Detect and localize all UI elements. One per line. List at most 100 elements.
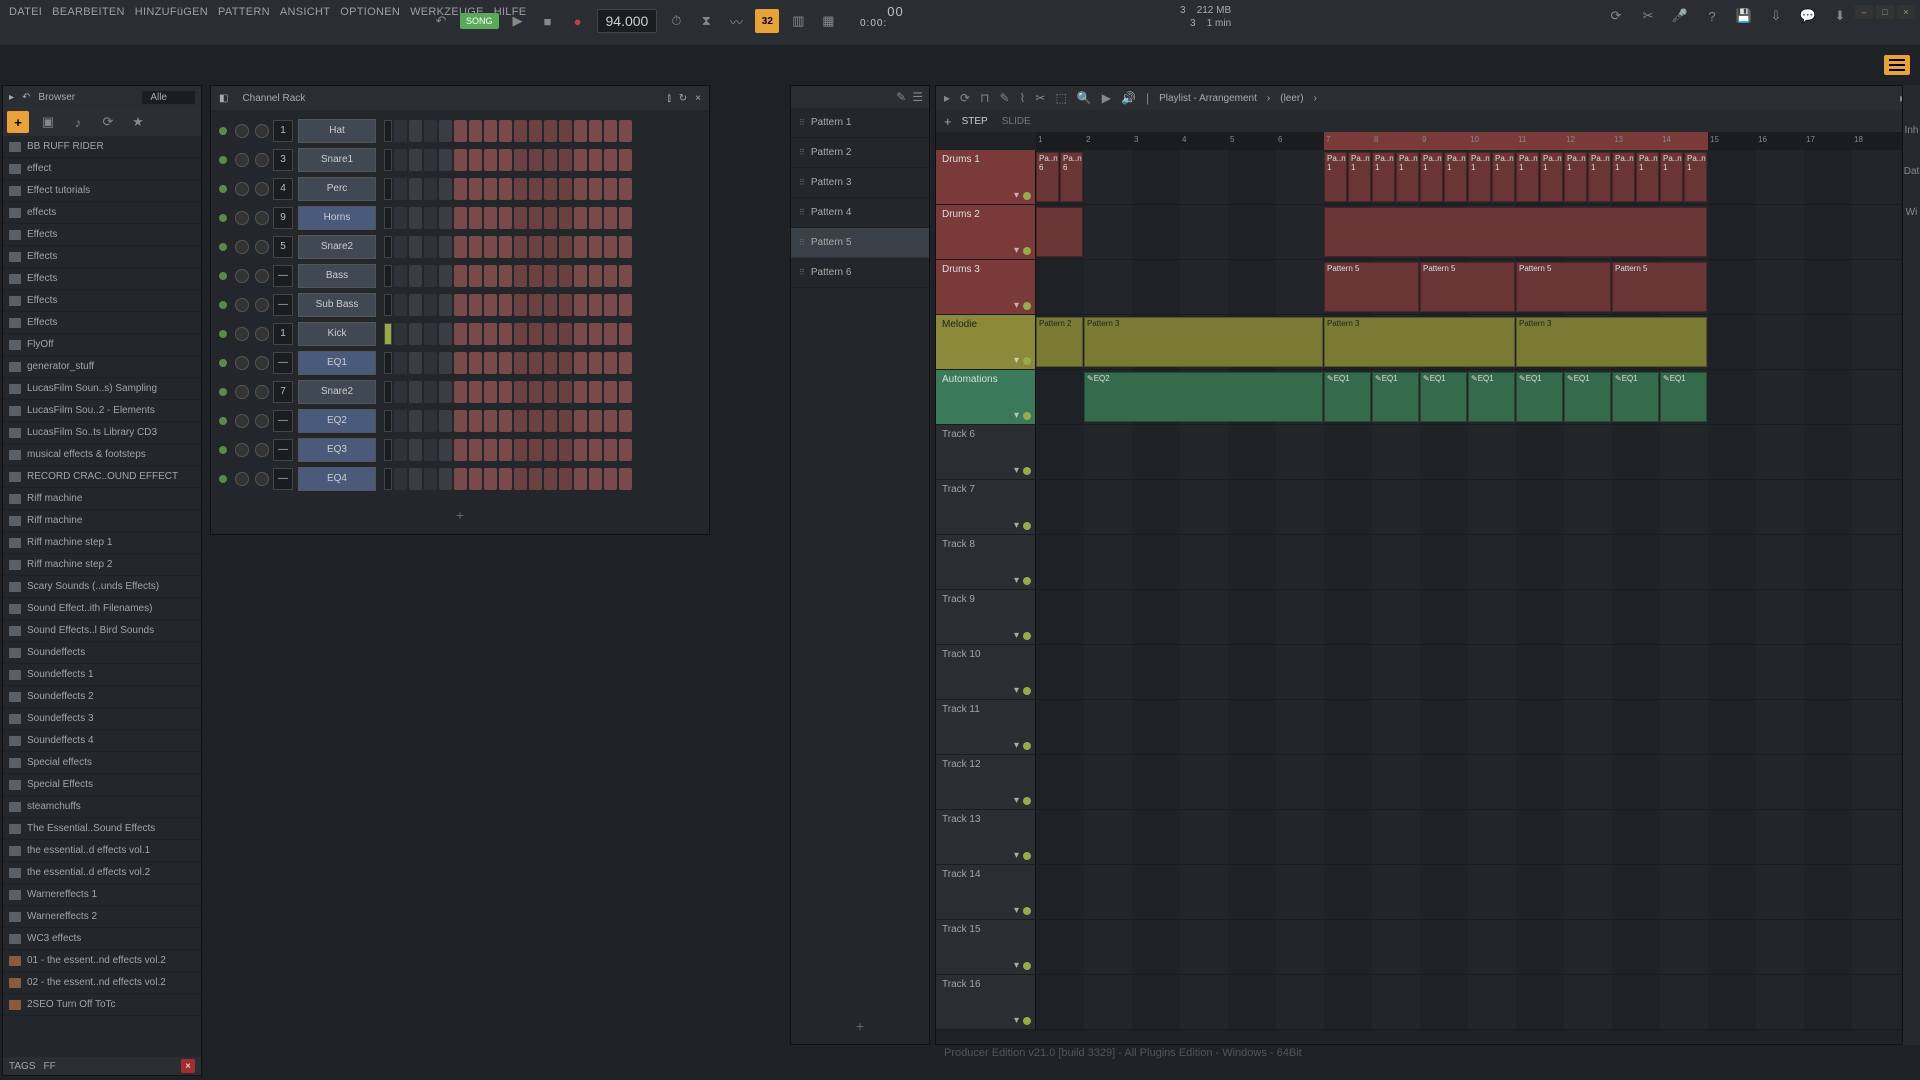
channel-route[interactable]: 9: [273, 207, 293, 229]
channel-route[interactable]: 5: [273, 236, 293, 258]
step-cell[interactable]: [409, 236, 422, 258]
pl-sync-icon[interactable]: ⟳: [960, 91, 970, 105]
channel-route[interactable]: —: [273, 439, 293, 461]
browser-item[interactable]: Soundeffects: [3, 642, 201, 664]
step-cell[interactable]: [604, 439, 617, 461]
export-icon[interactable]: ⇩: [1766, 6, 1786, 26]
timeline-ruler[interactable]: 123456789101112131415161718: [1036, 132, 1914, 150]
step-cell[interactable]: [589, 120, 602, 142]
channel-route[interactable]: 3: [273, 149, 293, 171]
step-cell[interactable]: [469, 381, 482, 403]
step-cell[interactable]: [484, 178, 497, 200]
browser-item[interactable]: Riff machine step 1: [3, 532, 201, 554]
step-cell[interactable]: [469, 439, 482, 461]
pan-knob[interactable]: [235, 153, 249, 167]
step-cell[interactable]: [424, 149, 437, 171]
track-mini-icon[interactable]: ▾: [1014, 850, 1019, 861]
step-cell[interactable]: [439, 294, 452, 316]
step-cell[interactable]: [394, 178, 407, 200]
channel-led[interactable]: [219, 185, 227, 193]
tags-close-icon[interactable]: ×: [181, 1059, 195, 1073]
step-cell[interactable]: [619, 236, 632, 258]
step-cell[interactable]: [499, 236, 512, 258]
step-cell[interactable]: [454, 120, 467, 142]
channel-led[interactable]: [219, 388, 227, 396]
step-cell[interactable]: [454, 294, 467, 316]
step-cell[interactable]: [424, 236, 437, 258]
step-cell[interactable]: [409, 410, 422, 432]
step-cell[interactable]: [439, 381, 452, 403]
channel-led[interactable]: [219, 301, 227, 309]
browser-item[interactable]: 2SEO Turn Off ToTc: [3, 994, 201, 1016]
step-cell[interactable]: [409, 468, 422, 490]
channel-route[interactable]: 1: [273, 323, 293, 345]
step-cell[interactable]: [544, 352, 557, 374]
step-cell[interactable]: [499, 410, 512, 432]
step-cell[interactable]: [454, 439, 467, 461]
step-cell[interactable]: [604, 294, 617, 316]
step-cell[interactable]: [454, 236, 467, 258]
step-cell[interactable]: [589, 236, 602, 258]
channel-route[interactable]: —: [273, 294, 293, 316]
step-cell[interactable]: [619, 352, 632, 374]
track-mute[interactable]: [1023, 302, 1031, 310]
minimize-button[interactable]: –: [1855, 5, 1873, 19]
pan-knob[interactable]: [235, 443, 249, 457]
step-cell[interactable]: [544, 294, 557, 316]
pl-play-icon[interactable]: ▶: [1102, 91, 1111, 105]
track-mini-icon[interactable]: ▾: [1014, 300, 1019, 311]
step-cell[interactable]: [424, 207, 437, 229]
step-cell[interactable]: [589, 439, 602, 461]
step-cell[interactable]: [484, 439, 497, 461]
track-mute[interactable]: [1023, 1017, 1031, 1025]
step-cell[interactable]: [469, 468, 482, 490]
step-cell[interactable]: [499, 178, 512, 200]
countdown-icon[interactable]: ⧗: [695, 10, 717, 32]
browser-item[interactable]: Sound Effects..l Bird Sounds: [3, 620, 201, 642]
browser-item[interactable]: Special Effects: [3, 774, 201, 796]
step-cell[interactable]: [409, 178, 422, 200]
pan-knob[interactable]: [235, 240, 249, 254]
step-cell[interactable]: [544, 149, 557, 171]
clip[interactable]: ✎EQ1: [1660, 372, 1707, 422]
step-cell[interactable]: [529, 352, 542, 374]
track-mini-icon[interactable]: ▾: [1014, 1015, 1019, 1026]
track-mini-icon[interactable]: ▾: [1014, 575, 1019, 586]
browser-item[interactable]: Soundeffects 4: [3, 730, 201, 752]
track-mini-icon[interactable]: ▾: [1014, 355, 1019, 366]
step-cell[interactable]: [619, 149, 632, 171]
track-header[interactable]: Drums 2▾: [936, 205, 1036, 259]
step-cell[interactable]: [454, 265, 467, 287]
channel-select[interactable]: [384, 468, 392, 490]
clip[interactable]: Pattern 5: [1324, 262, 1419, 312]
add-channel-button[interactable]: +: [211, 499, 709, 531]
vol-knob[interactable]: [255, 414, 269, 428]
step-cell[interactable]: [454, 207, 467, 229]
step-cell[interactable]: [544, 178, 557, 200]
step-cell[interactable]: [529, 120, 542, 142]
step-cell[interactable]: [499, 120, 512, 142]
channel-name-button[interactable]: Horns: [298, 206, 376, 230]
clip[interactable]: Pattern 3: [1324, 317, 1515, 367]
track-lane[interactable]: Pattern 2Pattern 3Pattern 3Pattern 3: [1036, 315, 1914, 369]
step-cell[interactable]: [484, 381, 497, 403]
track-header[interactable]: Drums 1▾: [936, 150, 1036, 204]
channel-select[interactable]: [384, 178, 392, 200]
track-lane[interactable]: [1036, 480, 1914, 534]
step-cell[interactable]: [589, 468, 602, 490]
step-cell[interactable]: [499, 149, 512, 171]
track-mute[interactable]: [1023, 632, 1031, 640]
clip[interactable]: Pattern 2: [1036, 317, 1083, 367]
step-cell[interactable]: [619, 468, 632, 490]
browser-item[interactable]: generator_stuff: [3, 356, 201, 378]
clip[interactable]: Pa..n 1: [1396, 152, 1419, 202]
browser-item[interactable]: steamchuffs: [3, 796, 201, 818]
track-lane[interactable]: [1036, 810, 1914, 864]
step-cell[interactable]: [529, 439, 542, 461]
step-cell[interactable]: [409, 265, 422, 287]
channel-led[interactable]: [219, 214, 227, 222]
step-cell[interactable]: [424, 120, 437, 142]
step-cell[interactable]: [604, 410, 617, 432]
step-cell[interactable]: [619, 207, 632, 229]
pl-brush-icon[interactable]: ⌇: [1020, 91, 1026, 105]
